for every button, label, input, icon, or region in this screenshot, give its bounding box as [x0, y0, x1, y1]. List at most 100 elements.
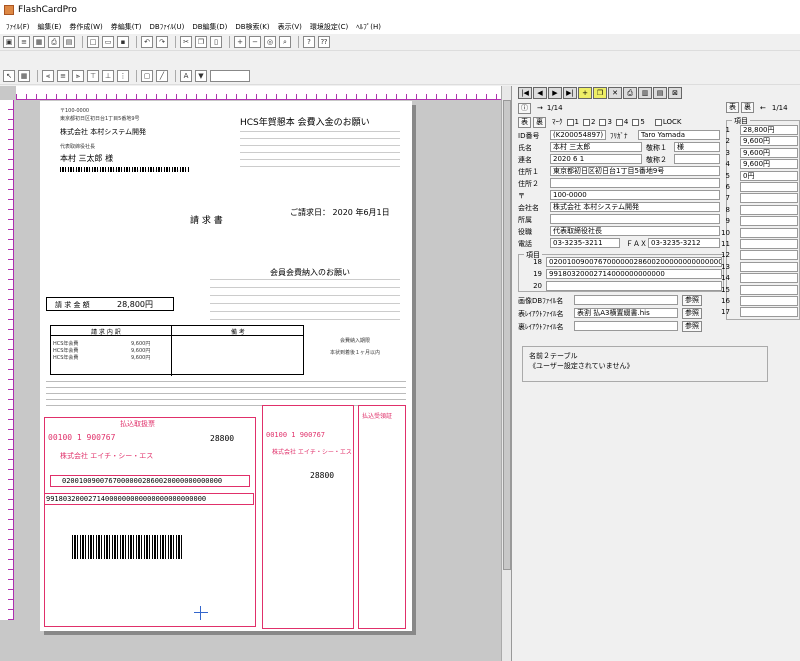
notice-title[interactable]: HCS年賀懇本 会費入金のお願い	[240, 115, 370, 128]
image-db-file-field[interactable]	[574, 295, 678, 305]
menu-create[interactable]: 券作成(W)	[65, 22, 106, 32]
invoice-page[interactable]: 〒100-0000 東京都初日区初日台1丁目5番地9号 株式会社 本村システム開…	[40, 101, 412, 631]
zip-field[interactable]: 100-0000	[550, 190, 720, 200]
menu-help[interactable]: ﾍﾙﾌﾟ(H)	[352, 22, 385, 32]
furigana-field[interactable]: Taro Yamada	[638, 130, 720, 140]
browse-button[interactable]: 参照	[682, 308, 702, 319]
right-item-field[interactable]	[740, 227, 798, 238]
filter-icon[interactable]: ▼	[195, 70, 207, 82]
right-item-field[interactable]	[740, 250, 798, 261]
zoom-page-icon[interactable]: ⌕	[279, 36, 291, 48]
back-button[interactable]: 裏	[533, 116, 546, 128]
mark-checkbox[interactable]	[566, 118, 574, 126]
browse-button[interactable]: 参照	[682, 295, 702, 306]
zoom-in-icon[interactable]: +	[234, 36, 246, 48]
zoom-fit-icon[interactable]: ◎	[264, 36, 276, 48]
align-center-icon[interactable]: ≡	[57, 70, 69, 82]
right-item-field[interactable]: 28,800円	[740, 125, 798, 135]
front-button[interactable]: 表	[726, 102, 739, 113]
invoice-date[interactable]: ご請求日： 2020 年6月1日	[290, 207, 390, 218]
menu-db-edit[interactable]: DB編集(D)	[188, 22, 231, 32]
list-icon[interactable]: ≡	[18, 36, 30, 48]
address1-field[interactable]: 東京都初日区初日台1丁目5番地9号	[550, 166, 720, 176]
first-record-icon[interactable]: |◀	[518, 87, 532, 99]
account-number[interactable]: 00100 1 900767	[48, 433, 115, 442]
row-name[interactable]: HCS年会費	[53, 347, 78, 354]
context-help-icon[interactable]: ⁇	[318, 36, 330, 48]
zoom-input[interactable]	[210, 70, 250, 82]
position-field[interactable]: 代表取締役社長	[550, 226, 720, 236]
right-item-field[interactable]	[740, 273, 798, 284]
new-file-icon[interactable]: □	[87, 36, 99, 48]
right-item-field[interactable]	[740, 261, 798, 272]
right-item-field[interactable]: 9,600円	[740, 136, 798, 147]
save-icon[interactable]: ▪	[117, 36, 129, 48]
window-icon[interactable]: ▣	[3, 36, 15, 48]
slip2-company[interactable]: 株式会社 エイチ・シー・エス	[272, 447, 352, 456]
deadline-value[interactable]: 本状到着後１ヶ月以内	[330, 349, 380, 356]
border-icon[interactable]: ▢	[141, 70, 153, 82]
id-field[interactable]: (K200054897)	[550, 130, 606, 140]
right-item-field[interactable]	[740, 204, 798, 215]
last-record-icon[interactable]: ▶|	[563, 87, 577, 99]
name2-table[interactable]: 名前２テーブル 《ユーザー設定されていません》	[522, 346, 768, 382]
lock-checkbox[interactable]	[654, 118, 662, 126]
align-bottom-icon[interactable]: ⊥	[102, 70, 114, 82]
company-name[interactable]: 株式会社 本村システム開発	[60, 127, 146, 137]
ocr-line-1[interactable]: 02001009007670000002860020000000000000	[62, 477, 222, 485]
align-top-icon[interactable]: ⊤	[87, 70, 99, 82]
amount-value[interactable]: 28,800円	[117, 299, 153, 310]
right-item-field[interactable]	[740, 216, 798, 227]
slip-amount[interactable]: 28800	[210, 434, 234, 443]
item18-field[interactable]: 0200100900767000000286002000000000000000	[546, 257, 722, 267]
vertical-scrollbar[interactable]	[501, 86, 511, 661]
mark-checkbox[interactable]	[615, 118, 623, 126]
right-item-field[interactable]	[740, 239, 798, 249]
grid-icon[interactable]: ▦	[33, 36, 45, 48]
redo-icon[interactable]: ↷	[156, 36, 168, 48]
text-tool-icon[interactable]: A	[180, 70, 192, 82]
help-icon[interactable]: ?	[303, 36, 315, 48]
select-tool-icon[interactable]: ↖	[3, 70, 15, 82]
right-item-field[interactable]: 9,600円	[740, 159, 798, 170]
ocr-line-2[interactable]: 99180320002714000000000000000000000000	[46, 495, 206, 503]
department-field[interactable]	[550, 214, 720, 224]
right-item-field[interactable]	[740, 193, 798, 204]
menu-db-search[interactable]: DB検索(K)	[231, 22, 273, 32]
prev-record-icon[interactable]: ◀	[533, 87, 547, 99]
invoice-title[interactable]: 請 求 書	[190, 213, 223, 226]
close-view-icon[interactable]: ⊠	[668, 87, 682, 99]
mark-checkbox[interactable]	[632, 118, 640, 126]
address2-field[interactable]	[550, 178, 720, 188]
print-icon[interactable]: ⎙	[48, 36, 60, 48]
preview-icon[interactable]: ▤	[63, 36, 75, 48]
copy-icon[interactable]: ❐	[195, 36, 207, 48]
browse-button[interactable]: 参照	[682, 321, 702, 332]
slip-company[interactable]: 株式会社 エイチ・シー・エス	[60, 451, 153, 461]
card-view-icon[interactable]: ▤	[653, 87, 667, 99]
address-line[interactable]: 東京都初日区初日台1丁目5番地9号	[60, 115, 140, 122]
postal-code[interactable]: 〒100-0000	[60, 107, 89, 114]
right-item-field[interactable]	[740, 307, 798, 318]
scrollbar-thumb[interactable]	[503, 100, 511, 570]
design-canvas[interactable]: 〒100-0000 東京都初日区初日台1丁目5番地9号 株式会社 本村システム開…	[0, 86, 512, 661]
item19-field[interactable]: 99180320002714000000000000	[546, 269, 722, 279]
info-icon[interactable]: ⓘ	[518, 102, 531, 114]
right-item-field[interactable]	[740, 182, 798, 192]
menu-view[interactable]: 表示(V)	[274, 22, 306, 32]
undo-icon[interactable]: ↶	[141, 36, 153, 48]
cut-icon[interactable]: ✂	[180, 36, 192, 48]
phone-field[interactable]: 03-3235-3211	[550, 238, 620, 248]
zoom-out-icon[interactable]: −	[249, 36, 261, 48]
align-left-icon[interactable]: ⫷	[42, 70, 54, 82]
menu-db-file[interactable]: DBﾌｧｲﾙ(U)	[146, 22, 189, 32]
right-item-field[interactable]	[740, 284, 798, 295]
joint-name-field[interactable]: 2020 6 1	[550, 154, 642, 164]
menu-edit[interactable]: 編集(E)	[34, 22, 66, 32]
slip2-amount[interactable]: 28800	[310, 471, 334, 480]
back-layout-file-field[interactable]	[574, 321, 678, 331]
back-button[interactable]: 裏	[741, 102, 754, 113]
honorific1-field[interactable]: 様	[674, 142, 720, 152]
left-arrow-icon[interactable]: ←	[760, 104, 766, 112]
delete-record-icon[interactable]: ✕	[608, 87, 622, 99]
